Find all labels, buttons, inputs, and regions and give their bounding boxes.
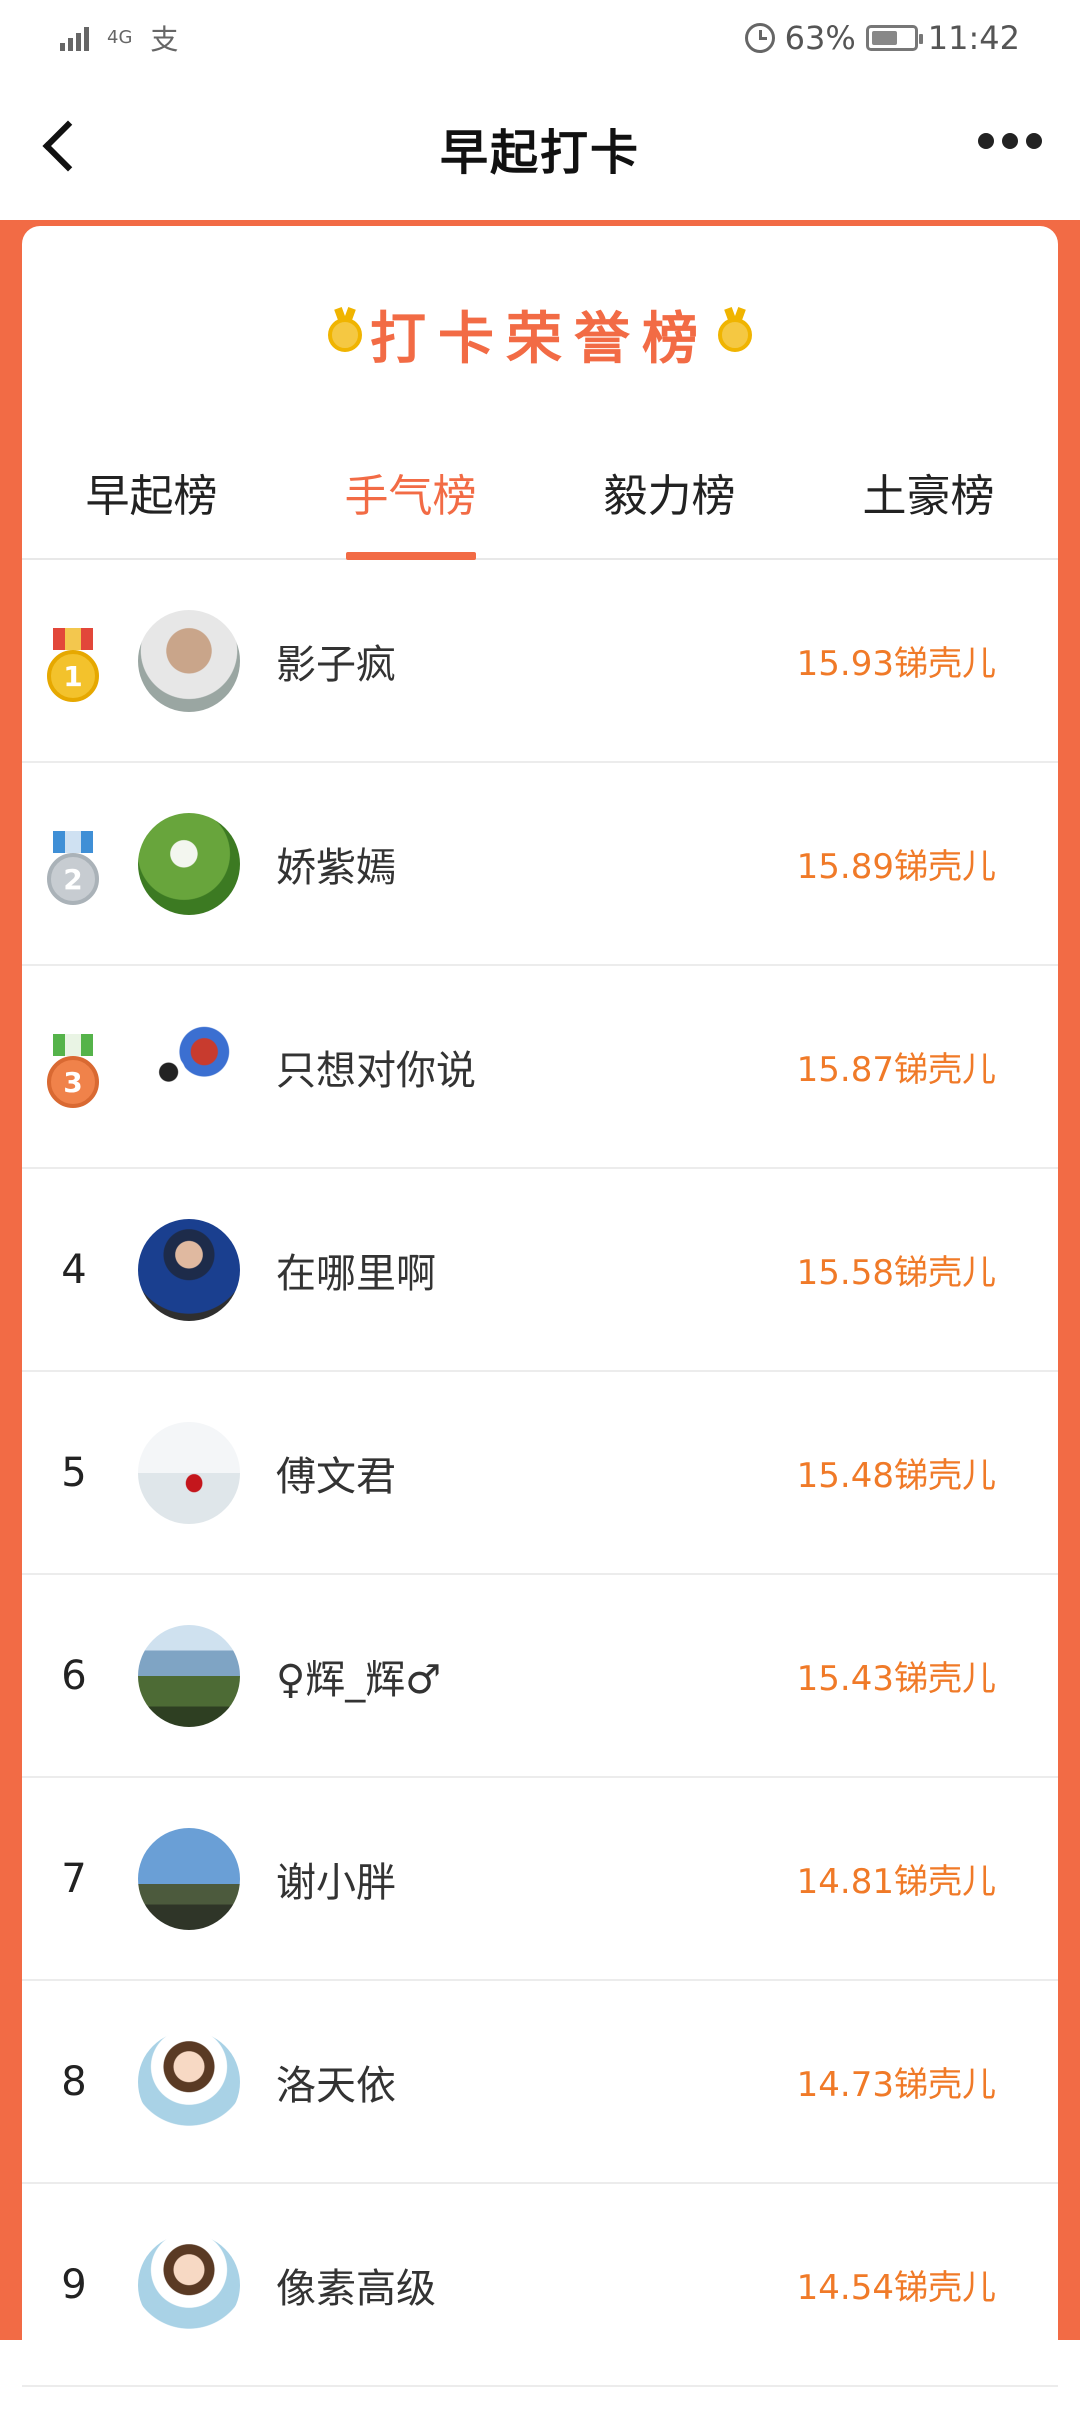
tab-rich[interactable]: 土豪榜	[799, 426, 1058, 558]
user-name: 谢小胖	[276, 1859, 396, 1906]
score-value: 14.73锑壳儿	[796, 2065, 996, 2105]
score-value: 15.93锑壳儿	[796, 644, 996, 684]
list-item[interactable]: 5 傅文君 15.48锑壳儿	[22, 1372, 1058, 1575]
honor-header: 打卡荣誉榜	[22, 294, 1058, 375]
score-value: 15.48锑壳儿	[796, 1456, 996, 1496]
leaderboard-tabs: 早起榜 手气榜 毅力榜 土豪榜	[22, 426, 1058, 560]
tab-early-rise[interactable]: 早起榜	[22, 426, 281, 558]
user-name: 像素高级	[276, 2265, 436, 2312]
battery-icon	[865, 24, 923, 51]
leaderboard-card: 打卡荣誉榜 早起榜 手气榜 毅力榜 土豪榜 1 影子疯 15.93锑壳儿 2 娇…	[22, 226, 1058, 2426]
user-name: 只想对你说	[276, 1047, 476, 1094]
gold-medal-icon: 1	[47, 628, 99, 704]
dot-icon	[1002, 133, 1018, 149]
user-name: 娇紫嫣	[276, 844, 396, 891]
tab-luck[interactable]: 手气榜	[281, 426, 540, 558]
network-label: 4G	[107, 27, 133, 48]
score-value: 14.81锑壳儿	[796, 1862, 996, 1902]
list-item[interactable]: 6 ♀辉_辉♂ 15.43锑壳儿	[22, 1575, 1058, 1778]
avatar[interactable]	[138, 2030, 240, 2133]
medal-icon	[718, 317, 752, 352]
rank-number: 4	[61, 1246, 87, 1293]
avatar[interactable]	[138, 1827, 240, 1930]
avatar[interactable]	[138, 609, 240, 712]
list-item[interactable]: 4 在哪里啊 15.58锑壳儿	[22, 1169, 1058, 1372]
avatar[interactable]	[138, 1421, 240, 1524]
score-value: 15.43锑壳儿	[796, 1659, 996, 1699]
list-item[interactable]: 9 像素高级 14.54锑壳儿	[22, 2184, 1058, 2387]
status-left: 4G 支	[60, 18, 178, 58]
status-right: 63% 11:42	[744, 18, 1020, 57]
bronze-medal-icon: 3	[47, 1034, 99, 1110]
dot-icon	[978, 133, 994, 149]
user-name: 洛天依	[276, 2062, 396, 2109]
list-item[interactable]: 3 只想对你说 15.87锑壳儿	[22, 966, 1058, 1169]
status-bar: 4G 支 63% 11:42	[0, 0, 1080, 75]
back-button[interactable]	[30, 115, 90, 175]
nav-bar: 早起打卡	[0, 75, 1080, 220]
page-title: 早起打卡	[439, 124, 640, 181]
user-name: ♀辉_辉♂	[276, 1656, 442, 1703]
avatar[interactable]	[138, 1015, 240, 1118]
honor-title: 打卡荣誉榜	[370, 307, 710, 372]
rank-number: 6	[61, 1652, 87, 1699]
avatar[interactable]	[138, 1624, 240, 1727]
list-item[interactable]: 7 谢小胖 14.81锑壳儿	[22, 1778, 1058, 1981]
list-item[interactable]: 2 娇紫嫣 15.89锑壳儿	[22, 763, 1058, 966]
list-item[interactable]: 1 影子疯 15.93锑壳儿	[22, 560, 1058, 763]
avatar[interactable]	[138, 1218, 240, 1321]
rank-number: 8	[61, 2058, 87, 2105]
tab-perseverance[interactable]: 毅力榜	[540, 426, 799, 558]
alipay-icon: 支	[150, 22, 179, 56]
avatar[interactable]	[138, 812, 240, 915]
page-background: 打卡荣誉榜 早起榜 手气榜 毅力榜 土豪榜 1 影子疯 15.93锑壳儿 2 娇…	[0, 220, 1080, 2426]
rank-number: 9	[61, 2261, 87, 2308]
score-value: 15.89锑壳儿	[796, 847, 996, 887]
score-value: 14.54锑壳儿	[796, 2268, 996, 2308]
rank-number: 7	[61, 1855, 87, 1902]
avatar[interactable]	[138, 2233, 240, 2336]
user-name: 在哪里啊	[276, 1250, 436, 1297]
battery-percent: 63%	[784, 18, 856, 57]
silver-medal-icon: 2	[47, 831, 99, 907]
rank-number: 5	[61, 1449, 87, 1496]
list-item[interactable]: 8 洛天依 14.73锑壳儿	[22, 1981, 1058, 2184]
alarm-icon	[744, 22, 775, 53]
signal-icon	[60, 25, 89, 51]
dot-icon	[1026, 133, 1042, 149]
user-name: 影子疯	[276, 641, 396, 688]
score-value: 15.58锑壳儿	[796, 1253, 996, 1293]
medal-icon	[328, 317, 362, 352]
ranking-list: 1 影子疯 15.93锑壳儿 2 娇紫嫣 15.89锑壳儿 3 只想对你说 15…	[22, 560, 1058, 2387]
score-value: 15.87锑壳儿	[796, 1050, 996, 1090]
more-options-button[interactable]	[978, 133, 1042, 149]
clock: 11:42	[927, 18, 1020, 57]
user-name: 傅文君	[276, 1453, 396, 1500]
